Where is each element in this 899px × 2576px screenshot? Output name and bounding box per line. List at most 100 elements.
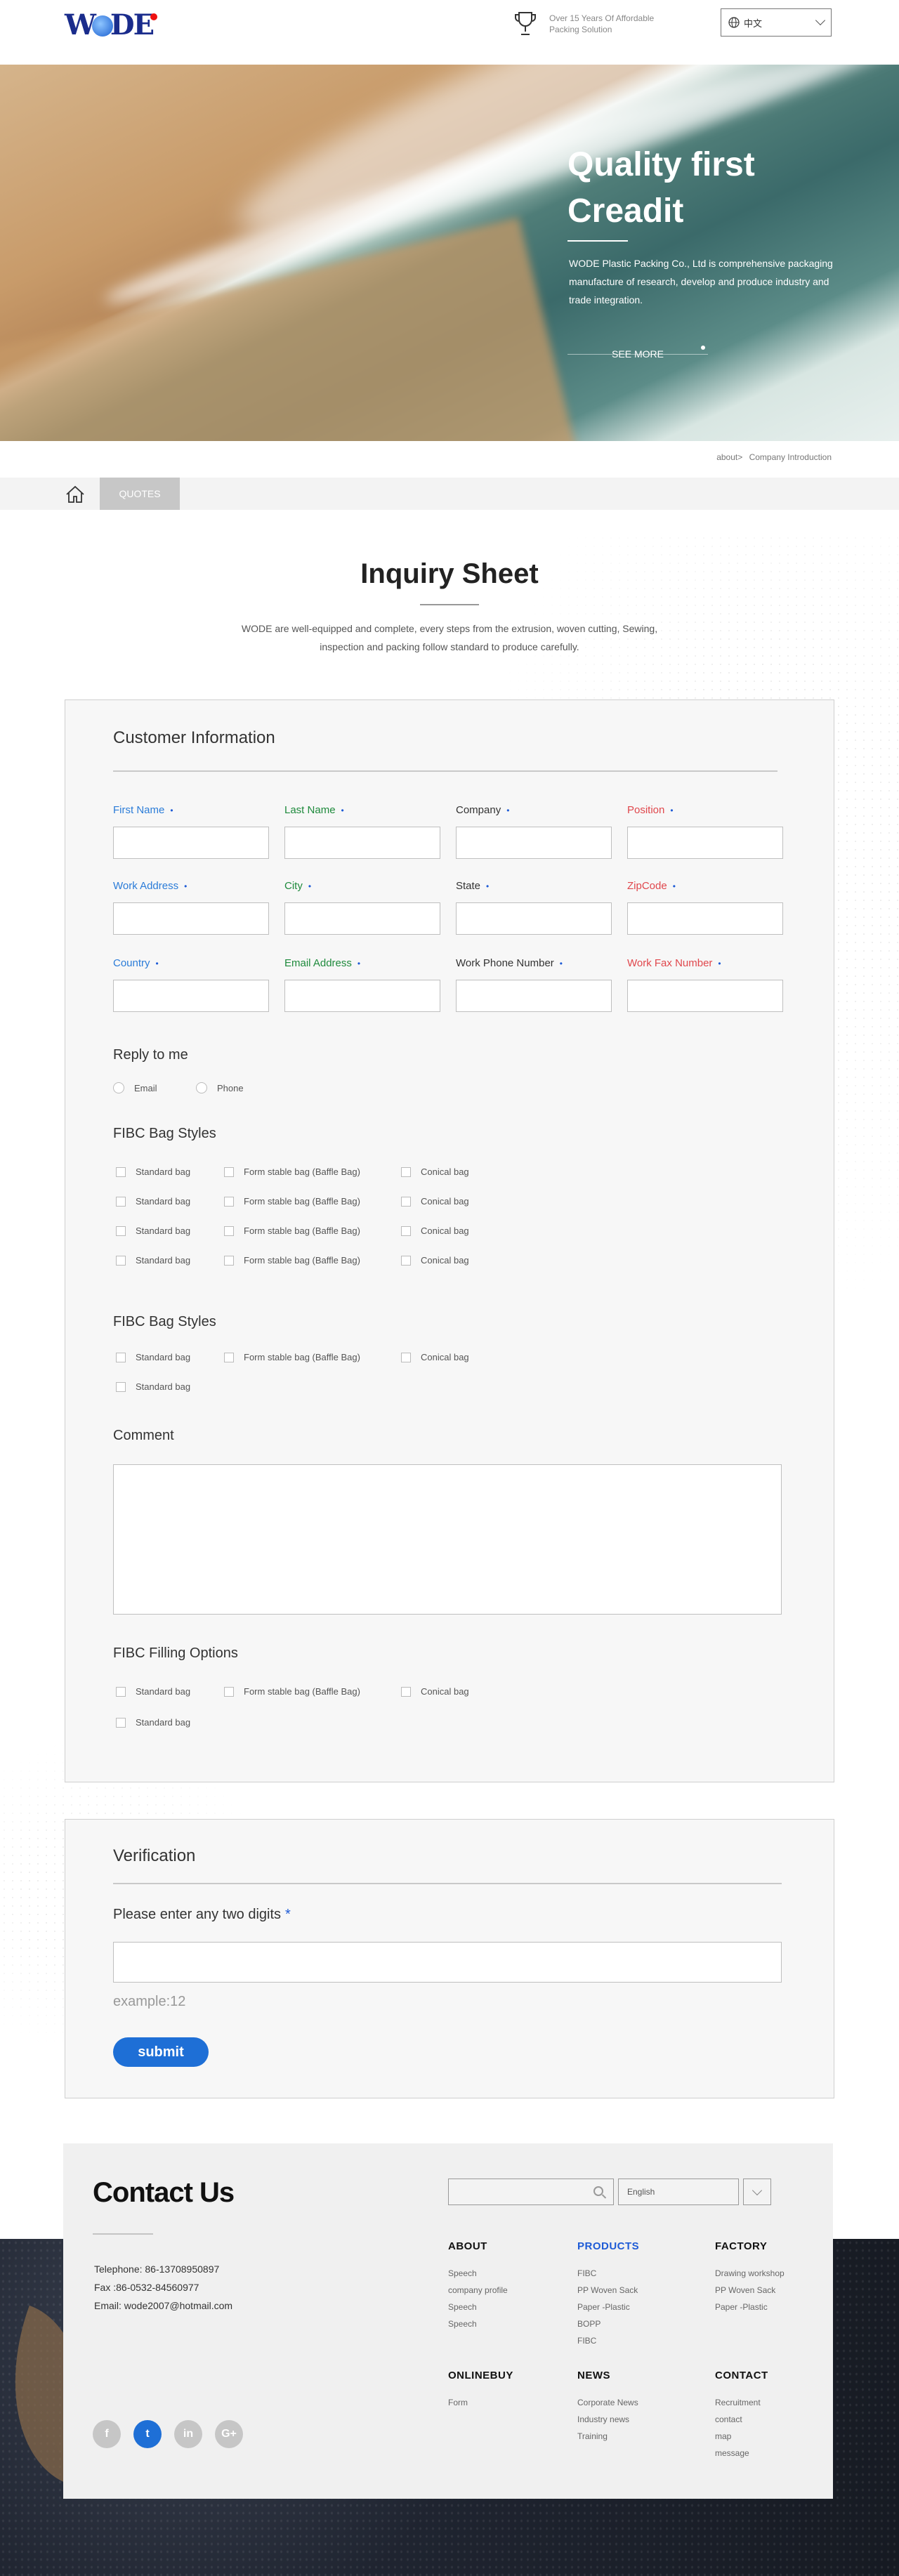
chevron-down-icon	[815, 15, 826, 26]
form-stable-bag-checkbox[interactable]: Form stable bag (Baffle Bag)	[224, 1686, 360, 1697]
country-label: Country •	[113, 957, 159, 969]
footer-column-title: ONLINEBUY	[448, 2370, 513, 2381]
conical-bag-checkbox[interactable]: Conical bag	[401, 1255, 469, 1266]
submit-button[interactable]: submit	[113, 2037, 209, 2067]
radio-circle[interactable]	[196, 1082, 207, 1093]
conical-bag-checkbox[interactable]: Conical bag	[401, 1225, 469, 1236]
standard-bag-checkbox[interactable]: Standard bag	[116, 1352, 190, 1362]
standard-bag-checkbox[interactable]: Standard bag	[116, 1381, 190, 1392]
last-name-input[interactable]	[284, 827, 440, 859]
footer-link[interactable]: FIBC	[577, 2332, 639, 2349]
twitter-icon[interactable]: t	[133, 2420, 162, 2448]
sub-navigation: QUOTES	[0, 478, 899, 510]
email-address-label: Email Address •	[284, 957, 361, 969]
email-address-input[interactable]	[284, 980, 440, 1012]
contact-email[interactable]: Email: wode2007@hotmail.com	[94, 2296, 232, 2315]
footer-link[interactable]: message	[715, 2445, 768, 2462]
footer-link[interactable]: Corporate News	[577, 2394, 638, 2411]
state-input[interactable]	[456, 902, 612, 935]
slider-dot[interactable]	[701, 346, 705, 350]
footer-link[interactable]: BOPP	[577, 2315, 639, 2332]
conical-bag-checkbox[interactable]: Conical bag	[401, 1167, 469, 1177]
footer-link[interactable]: FIBC	[577, 2265, 639, 2282]
city-input[interactable]	[284, 902, 440, 935]
conical-bag-checkbox[interactable]: Conical bag	[401, 1686, 469, 1697]
site-header: W DE Over 15 Years Of Affordable Packing …	[0, 0, 899, 65]
footer-link[interactable]: Drawing workshop	[715, 2265, 785, 2282]
page-title: Inquiry Sheet	[360, 558, 539, 589]
footer-link[interactable]: Paper -Plastic	[715, 2299, 785, 2315]
form-stable-bag-checkbox[interactable]: Form stable bag (Baffle Bag)	[224, 1225, 360, 1236]
footer-link[interactable]: PP Woven Sack	[577, 2282, 639, 2299]
comment-title: Comment	[113, 1428, 174, 1443]
comment-textarea[interactable]	[113, 1464, 782, 1615]
standard-bag-checkbox[interactable]: Standard bag	[116, 1167, 190, 1177]
company-input[interactable]	[456, 827, 612, 859]
work-fax-input[interactable]	[627, 980, 783, 1012]
footer-link[interactable]: contact	[715, 2411, 768, 2428]
zipcode-label: ZipCode •	[627, 880, 676, 892]
hero-title: Quality first Creadit	[567, 142, 755, 235]
conical-bag-checkbox[interactable]: Conical bag	[401, 1196, 469, 1207]
footer-language-select[interactable]: English	[618, 2179, 739, 2205]
position-input[interactable]	[627, 827, 783, 859]
see-more-button[interactable]: SEE MORE	[567, 340, 708, 368]
footer-link[interactable]: map	[715, 2428, 768, 2445]
work-address-input[interactable]	[113, 902, 269, 935]
wode-logo[interactable]: W DE	[65, 8, 160, 41]
standard-bag-checkbox[interactable]: Standard bag	[116, 1717, 190, 1728]
home-icon[interactable]	[65, 485, 86, 504]
form-stable-bag-checkbox[interactable]: Form stable bag (Baffle Bag)	[224, 1167, 360, 1177]
form-stable-bag-checkbox[interactable]: Form stable bag (Baffle Bag)	[224, 1196, 360, 1207]
footer-link[interactable]: Industry news	[577, 2411, 638, 2428]
tagline-line-2: Packing Solution	[549, 25, 612, 34]
footer-link[interactable]: company profile	[448, 2282, 508, 2299]
form-stable-bag-checkbox[interactable]: Form stable bag (Baffle Bag)	[224, 1352, 360, 1362]
breadcrumb-parent[interactable]: about>	[716, 452, 742, 462]
breadcrumb-current[interactable]: Company Introduction	[749, 452, 832, 462]
title-divider	[420, 604, 479, 605]
tab-quotes[interactable]: QUOTES	[100, 478, 180, 510]
standard-bag-checkbox[interactable]: Standard bag	[116, 1225, 190, 1236]
section-divider	[113, 770, 777, 772]
instagram-icon[interactable]: in	[174, 2420, 202, 2448]
reply-to-me-title: Reply to me	[113, 1047, 188, 1063]
standard-bag-checkbox[interactable]: Standard bag	[116, 1686, 190, 1697]
standard-bag-checkbox[interactable]: Standard bag	[116, 1196, 190, 1207]
facebook-icon[interactable]: f	[93, 2420, 121, 2448]
verification-input[interactable]	[113, 1942, 782, 1983]
reply-email-radio[interactable]: Email	[113, 1082, 157, 1093]
search-icon[interactable]	[593, 2186, 603, 2196]
footer-link[interactable]: Speech	[448, 2299, 508, 2315]
conical-bag-checkbox[interactable]: Conical bag	[401, 1352, 469, 1362]
footer-link[interactable]: PP Woven Sack	[715, 2282, 785, 2299]
fibc-filling-options-title: FIBC Filling Options	[113, 1645, 238, 1661]
country-input[interactable]	[113, 980, 269, 1012]
footer-link[interactable]: Speech	[448, 2265, 508, 2282]
footer-column-title: NEWS	[577, 2370, 610, 2381]
footer-column-title: CONTACT	[715, 2370, 768, 2381]
footer-column-title: FACTORY	[715, 2240, 768, 2252]
footer-link[interactable]: Paper -Plastic	[577, 2299, 639, 2315]
footer-column-factory: FACTORY Drawing workshop PP Woven Sack P…	[715, 2240, 785, 2315]
google-plus-icon[interactable]: G+	[215, 2420, 243, 2448]
footer-link[interactable]: Training	[577, 2428, 638, 2445]
contact-telephone: Telephone: 86-13708950897	[94, 2263, 220, 2275]
chevron-down-icon[interactable]	[743, 2179, 771, 2205]
language-select[interactable]: 中文	[721, 8, 832, 37]
footer-search-input[interactable]	[448, 2179, 614, 2205]
zipcode-input[interactable]	[627, 902, 783, 935]
reply-phone-radio[interactable]: Phone	[196, 1082, 244, 1093]
footer-link[interactable]: Recruitment	[715, 2394, 768, 2411]
standard-bag-checkbox[interactable]: Standard bag	[116, 1255, 190, 1266]
form-stable-bag-checkbox[interactable]: Form stable bag (Baffle Bag)	[224, 1255, 360, 1266]
verification-hint: example:12	[113, 1994, 186, 2009]
work-phone-input[interactable]	[456, 980, 612, 1012]
footer-column-news: NEWS Corporate News Industry news Traini…	[577, 2370, 638, 2445]
footer-link[interactable]: Form	[448, 2394, 513, 2411]
first-name-input[interactable]	[113, 827, 269, 859]
footer-link[interactable]: Speech	[448, 2315, 508, 2332]
last-name-label: Last Name •	[284, 804, 344, 816]
page-intro: WODE are well-equipped and complete, eve…	[241, 623, 658, 652]
radio-circle[interactable]	[113, 1082, 124, 1093]
